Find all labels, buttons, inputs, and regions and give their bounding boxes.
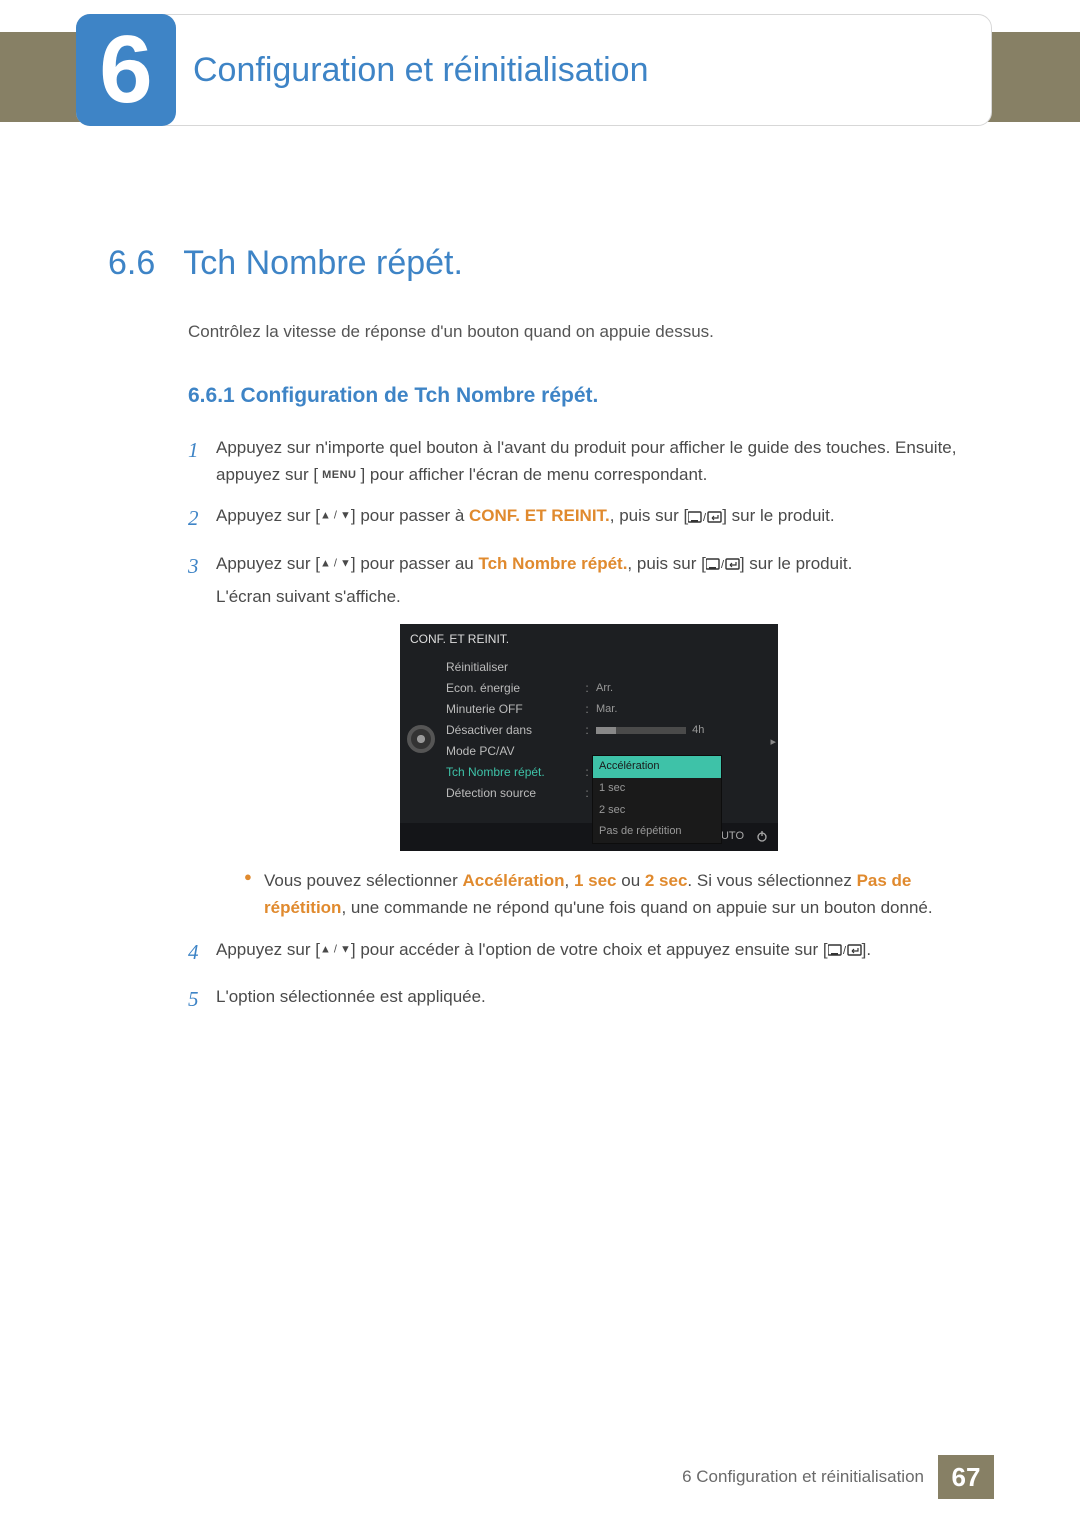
chapter-badge: 6 [76, 14, 176, 126]
step-number: 4 [188, 936, 216, 970]
text: Vous pouvez sélectionner [264, 871, 462, 890]
svg-text:/: / [703, 512, 707, 524]
section-title: Tch Nombre répét. [183, 244, 463, 283]
text: , puis sur [ [627, 554, 705, 573]
osd-label: Tch Nombre répét. [446, 763, 582, 782]
dropdown-option-acceleration: Accélération [593, 756, 721, 778]
osd-screenshot: CONF. ET REINIT. Réinitialiser Econ. éne… [400, 624, 778, 851]
up-down-icon: ▲ / ▼ [320, 943, 351, 955]
text: ] pour accéder à l'option de votre choix… [351, 940, 828, 959]
step-body: Appuyez sur n'importe quel bouton à l'av… [216, 434, 970, 488]
osd-item-reinitialiser: Réinitialiser [442, 658, 778, 679]
svg-text:/: / [721, 559, 725, 571]
osd-value: 4h [592, 722, 778, 740]
power-icon [756, 830, 768, 842]
svg-text:/: / [843, 945, 847, 957]
step-body: L'option sélectionnée est appliquée. [216, 983, 970, 1017]
osd-dropdown: Accélération 1 sec 2 sec Pas de répétiti… [592, 755, 722, 843]
menu-name: Tch Nombre répét. [478, 554, 627, 573]
text: ou [617, 871, 645, 890]
text: ] pour afficher l'écran de menu correspo… [360, 465, 707, 484]
osd-item-econ-energie: Econ. énergie:Arr. [442, 679, 778, 700]
osd-label: Réinitialiser [446, 658, 582, 677]
step-2: 2 Appuyez sur [▲ / ▼] pour passer à CONF… [188, 502, 970, 536]
text: ] pour passer au [351, 554, 479, 573]
chapter-header: Configuration et réinitialisation [76, 14, 992, 126]
osd-item-desactiver-dans: Désactiver dans: 4h [442, 721, 778, 742]
bullet-icon: ● [244, 867, 264, 921]
osd-value: Mar. [592, 701, 778, 719]
step-3: 3 Appuyez sur [▲ / ▼] pour passer au Tch… [188, 550, 970, 922]
osd-title: CONF. ET REINIT. [400, 624, 778, 655]
text: Appuyez sur [ [216, 506, 320, 525]
section-intro: Contrôlez la vitesse de réponse d'un bou… [188, 322, 714, 342]
text: L'écran suivant s'affiche. [216, 587, 401, 606]
text: . Si vous sélectionnez [687, 871, 856, 890]
step-body: Appuyez sur [▲ / ▼] pour passer au Tch N… [216, 550, 970, 922]
text: ] pour passer à [351, 506, 469, 525]
text: Appuyez sur [ [216, 940, 320, 959]
bullet-note: ● Vous pouvez sélectionner Accélération,… [244, 867, 970, 921]
step-body: Appuyez sur [▲ / ▼] pour passer à CONF. … [216, 502, 970, 536]
osd-label: Désactiver dans [446, 721, 582, 740]
step-number: 2 [188, 502, 216, 536]
steps-list: 1 Appuyez sur n'importe quel bouton à l'… [188, 434, 970, 1031]
osd-label: Détection source [446, 784, 582, 803]
osd-label: Econ. énergie [446, 679, 582, 698]
up-down-icon: ▲ / ▼ [320, 510, 351, 522]
osd-wheel-icon [400, 656, 442, 823]
slider-icon [596, 727, 686, 734]
text: , puis sur [ [610, 506, 688, 525]
up-down-icon: ▲ / ▼ [320, 558, 351, 570]
option-name: 2 sec [645, 871, 688, 890]
step-number: 1 [188, 434, 216, 488]
option-name: 1 sec [574, 871, 617, 890]
section-heading: 6.6 Tch Nombre répét. [108, 244, 463, 283]
step-4: 4 Appuyez sur [▲ / ▼] pour accéder à l'o… [188, 936, 970, 970]
step-number: 5 [188, 983, 216, 1017]
osd-label: Mode PC/AV [446, 742, 582, 761]
dropdown-option-1sec: 1 sec [593, 778, 721, 800]
text: ] sur le produit. [722, 506, 834, 525]
osd-slider-value: 4h [692, 724, 704, 736]
option-name: Accélération [462, 871, 564, 890]
step-1: 1 Appuyez sur n'importe quel bouton à l'… [188, 434, 970, 488]
chapter-number: 6 [99, 22, 152, 118]
step-body: Appuyez sur [▲ / ▼] pour accéder à l'opt… [216, 936, 970, 970]
text: Appuyez sur [ [216, 554, 320, 573]
step-5: 5 L'option sélectionnée est appliquée. [188, 983, 970, 1017]
osd-value: Arr. [592, 680, 778, 698]
page-number: 67 [938, 1455, 994, 1499]
step-number: 3 [188, 550, 216, 922]
osd-item-minuterie-off: Minuterie OFF:Mar. [442, 700, 778, 721]
dropdown-option-2sec: 2 sec [593, 800, 721, 822]
dropdown-option-pas-de-repetition: Pas de répétition [593, 821, 721, 843]
chevron-right-icon: ▸ [770, 734, 776, 752]
text: ]. [862, 940, 871, 959]
subsection-heading: 6.6.1 Configuration de Tch Nombre répét. [188, 384, 598, 408]
chapter-title: Configuration et réinitialisation [193, 51, 648, 90]
page-footer: 6 Configuration et réinitialisation 67 [0, 1455, 1080, 1499]
menu-name: CONF. ET REINIT. [469, 506, 610, 525]
section-number: 6.6 [108, 244, 155, 283]
source-enter-icon: / [688, 510, 722, 524]
menu-button-label: MENU [318, 465, 360, 487]
bullet-body: Vous pouvez sélectionner Accélération, 1… [264, 867, 970, 921]
osd-label: Minuterie OFF [446, 700, 582, 719]
text: , une commande ne répond qu'une fois qua… [341, 898, 932, 917]
text: , [565, 871, 574, 890]
source-enter-icon: / [706, 557, 740, 571]
source-enter-icon: / [828, 943, 862, 957]
text: ] sur le produit. [740, 554, 852, 573]
text: L'option sélectionnée est appliquée. [216, 987, 486, 1006]
footer-label: 6 Configuration et réinitialisation [682, 1467, 924, 1487]
